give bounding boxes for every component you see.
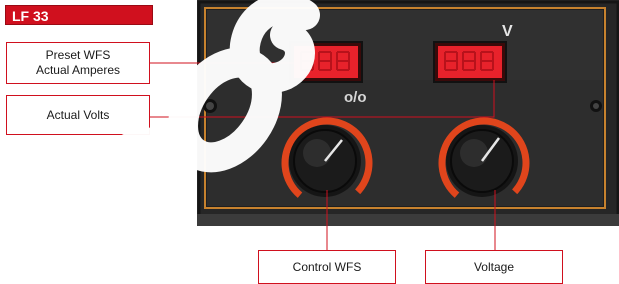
panel-screw-left	[203, 99, 217, 113]
control-panel-image: V o/o	[197, 0, 619, 226]
callout-actual-volts-label: Actual Volts	[46, 107, 110, 122]
wfs-amps-display	[289, 41, 363, 83]
callout-control-wfs-label: Control WFS	[292, 259, 362, 274]
panel-screw-right	[590, 100, 602, 112]
callout-preset-wfs-line2: Actual Amperes	[35, 63, 121, 77]
callout-control-wfs: Control WFS	[258, 250, 396, 284]
volts-symbol-label: V	[502, 23, 513, 40]
callout-voltage-label: Voltage	[473, 259, 515, 274]
callout-preset-wfs: Preset WFS Actual Amperes	[6, 42, 150, 84]
callout-actual-volts: Actual Volts	[6, 95, 150, 135]
callout-voltage: Voltage	[425, 250, 563, 284]
callout-preset-wfs-line1: Preset WFS	[45, 48, 111, 62]
percent-symbol-label: o/o	[344, 89, 367, 106]
volts-display	[433, 41, 507, 83]
product-model-banner: LF 33	[5, 5, 153, 25]
